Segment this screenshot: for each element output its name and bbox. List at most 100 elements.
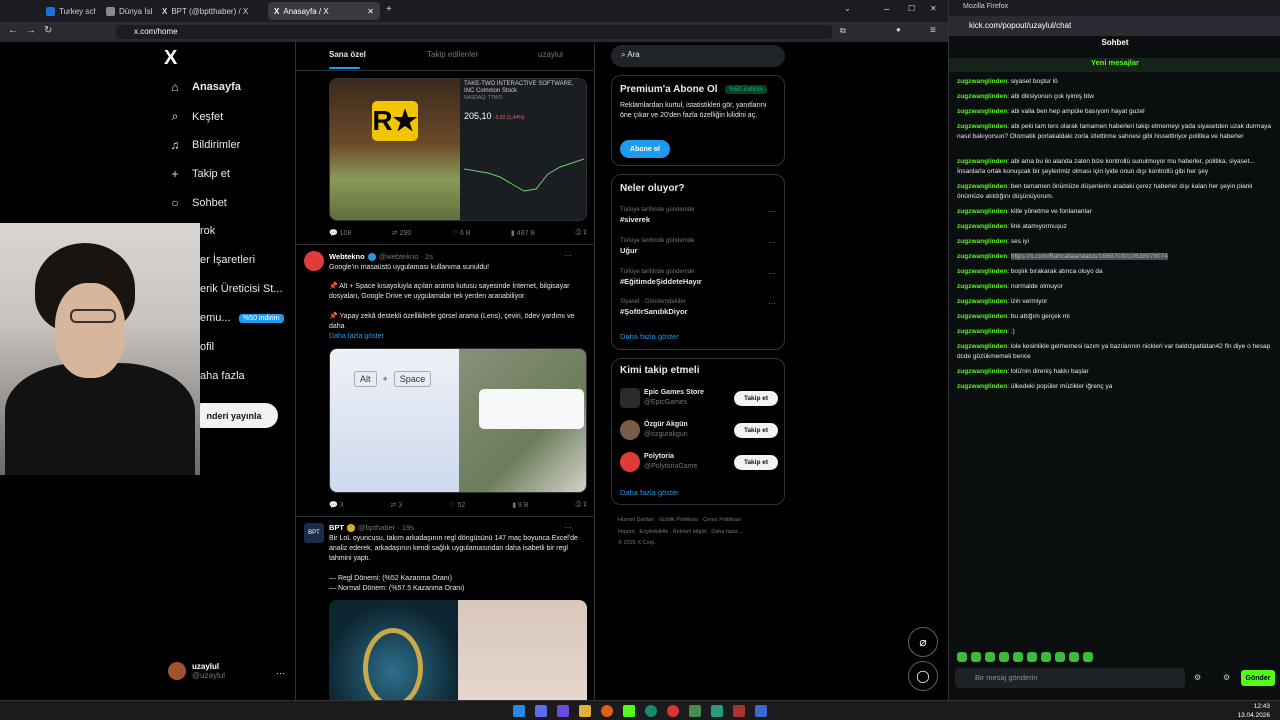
footer-link[interactable]: Erişilebilirlik bbox=[639, 529, 668, 535]
emote-icon[interactable] bbox=[1055, 652, 1065, 662]
nav-home[interactable]: ⌂ Anasayfa bbox=[168, 80, 241, 94]
emote-icon[interactable] bbox=[1013, 652, 1023, 662]
emote-icon[interactable] bbox=[1027, 652, 1037, 662]
footer-link[interactable]: Gizlilik Politikası bbox=[659, 517, 698, 523]
emote-icon[interactable] bbox=[971, 652, 981, 662]
reply-button[interactable]: 💬 108 bbox=[329, 229, 351, 237]
chat-username[interactable]: zugzwanglinden bbox=[957, 208, 1007, 215]
chat-username[interactable]: zugzwanglinden bbox=[957, 383, 1007, 390]
browser-tab-active[interactable]: X Anasayfa / X ✕ bbox=[268, 2, 380, 20]
chat-username[interactable]: zugzwanglinden bbox=[957, 123, 1007, 130]
show-more-link[interactable]: Daha fazla göster bbox=[329, 332, 589, 342]
trend-item[interactable]: Türkiye tarihinde gündemde #siverek bbox=[620, 207, 694, 224]
trend-item[interactable]: Siyaset · Gündemdekiler #ŞoförSandıkDiyor bbox=[620, 299, 688, 316]
kick-icon[interactable] bbox=[623, 705, 635, 717]
chat-username[interactable]: zugzwanglinden bbox=[957, 93, 1007, 100]
trend-more-icon[interactable]: ⋯ bbox=[768, 238, 776, 247]
repost-button[interactable]: ⇄ 290 bbox=[392, 229, 412, 237]
follow-button[interactable]: Takip et bbox=[734, 455, 778, 470]
taskbar-app-icon[interactable] bbox=[535, 705, 547, 717]
reply-button[interactable]: 💬 3 bbox=[329, 501, 344, 509]
avatar[interactable]: BPT bbox=[304, 523, 324, 543]
follow-suggestion[interactable]: Özgür Akgün @ozgurakgun Takip et bbox=[620, 420, 778, 442]
kick-address-bar[interactable]: kick.com/popout/uzaylul/chat bbox=[949, 16, 1280, 36]
search-input[interactable]: ⌕ Ara bbox=[611, 45, 785, 67]
chat-username[interactable]: zugzwanglinden bbox=[957, 298, 1007, 305]
post-image-stock[interactable]: R★ TAKE-TWO INTERACTIVE SOFTWARE, INC Co… bbox=[329, 78, 587, 221]
send-button[interactable]: Gönder bbox=[1241, 670, 1275, 686]
author-name[interactable]: Webtekno bbox=[329, 252, 365, 261]
like-button[interactable]: ♡ 6 B bbox=[452, 229, 471, 237]
nav-premium[interactable]: emu... bbox=[200, 312, 231, 324]
emote-icon[interactable] bbox=[985, 652, 995, 662]
account-more-icon[interactable]: ⋯ bbox=[276, 668, 285, 679]
chrome-icon[interactable] bbox=[667, 705, 679, 717]
bookmark-share-icon[interactable]: ⎙ ⇪ bbox=[575, 501, 587, 509]
follow-button[interactable]: Takip et bbox=[734, 423, 778, 438]
maximize-icon[interactable]: ☐ bbox=[908, 4, 915, 13]
account-switcher[interactable]: uzaylul @uzaylul bbox=[168, 662, 225, 680]
firefox-icon[interactable] bbox=[601, 705, 613, 717]
emote-picker-icon[interactable]: ⚙ bbox=[1194, 673, 1201, 682]
trend-more-icon[interactable]: ⋯ bbox=[768, 207, 776, 216]
chat-link[interactable]: https://x.com/Bahcaliaa/status/166970301… bbox=[1010, 253, 1168, 260]
close-tab-icon[interactable]: ✕ bbox=[367, 7, 374, 16]
taskbar-app-icon[interactable] bbox=[755, 705, 767, 717]
post-button[interactable]: nderi yayınla bbox=[190, 403, 278, 428]
taskbar-app-icon[interactable] bbox=[689, 705, 701, 717]
grok-float-icon[interactable]: ⌀ bbox=[908, 627, 938, 657]
author-name[interactable]: BPT bbox=[329, 523, 344, 532]
tab-list-icon[interactable]: ⌄ bbox=[844, 4, 851, 13]
emote-icon[interactable] bbox=[1083, 652, 1093, 662]
nav-chat[interactable]: ○ Sohbet bbox=[168, 196, 227, 210]
views-button[interactable]: ▮ 487 B bbox=[511, 229, 535, 237]
chat-username[interactable]: zugzwanglinden bbox=[957, 343, 1007, 350]
address-bar[interactable]: x.com/home bbox=[116, 25, 832, 39]
minimize-icon[interactable]: – bbox=[884, 4, 890, 15]
trend-more-icon[interactable]: ⋯ bbox=[768, 299, 776, 308]
footer-link[interactable]: Çerez Politikası bbox=[703, 517, 741, 523]
avatar[interactable] bbox=[304, 251, 324, 271]
browser-tab[interactable]: Turkey scho bbox=[40, 2, 96, 20]
chat-username[interactable]: zugzwanglinden bbox=[957, 368, 1007, 375]
chat-username[interactable]: zugzwanglinden bbox=[957, 238, 1007, 245]
emote-icon[interactable] bbox=[1041, 652, 1051, 662]
follow-button[interactable]: Takip et bbox=[734, 391, 778, 406]
chat-username[interactable]: zugzwanglinden bbox=[957, 283, 1007, 290]
forward-icon[interactable]: → bbox=[26, 25, 36, 36]
nav-bookmarks[interactable]: er İşaretleri bbox=[200, 254, 255, 266]
chat-username[interactable]: zugzwanglinden bbox=[957, 78, 1007, 85]
footer-link[interactable]: Reklam bilgisi bbox=[673, 529, 707, 535]
views-button[interactable]: ▮ 9 B bbox=[512, 501, 528, 509]
taskbar-app-icon[interactable] bbox=[733, 705, 745, 717]
browser-tab[interactable]: X BPT (@bptthaber) / X bbox=[156, 2, 264, 20]
chat-username[interactable]: zugzwanglinden bbox=[957, 183, 1007, 190]
nav-creator[interactable]: erik Üreticisi St... bbox=[200, 283, 283, 295]
emote-icon[interactable] bbox=[957, 652, 967, 662]
trend-item[interactable]: Türkiye tarihinde gündemde #EğitimdeŞidde… bbox=[620, 269, 702, 286]
start-icon[interactable] bbox=[513, 705, 525, 717]
new-messages-banner[interactable]: Yeni mesajlar bbox=[949, 58, 1280, 72]
taskbar-app-icon[interactable] bbox=[645, 705, 657, 717]
nav-explore[interactable]: ⌕ Keşfet bbox=[168, 109, 224, 124]
extensions-icon[interactable]: ⧉ bbox=[840, 26, 846, 36]
follow-show-more-link[interactable]: Daha fazla göster bbox=[620, 488, 679, 497]
chat-username[interactable]: zugzwanglinden bbox=[957, 223, 1007, 230]
nav-notifications[interactable]: ♫ Bildirimler bbox=[168, 138, 241, 152]
follow-suggestion[interactable]: Epic Games Store @EpicGames Takip et bbox=[620, 388, 778, 410]
chat-username[interactable]: zugzwanglinden bbox=[957, 253, 1007, 260]
nav-follow[interactable]: + Takip et bbox=[168, 167, 229, 181]
like-button[interactable]: ♡ 52 bbox=[449, 501, 465, 509]
bookmark-share-icon[interactable]: ⎙ ⇪ bbox=[575, 229, 587, 237]
browser-tab[interactable]: Dünya İslerı bbox=[100, 2, 152, 20]
tab-for-you[interactable]: Sana özel bbox=[329, 50, 366, 59]
taskbar-app-icon[interactable] bbox=[557, 705, 569, 717]
close-window-icon[interactable]: ✕ bbox=[930, 4, 937, 13]
chat-username[interactable]: zugzwanglinden bbox=[957, 268, 1007, 275]
follow-suggestion[interactable]: Polytoria @PolytoriaGame Takip et bbox=[620, 452, 778, 474]
nav-grok[interactable]: rok bbox=[200, 225, 215, 237]
subscribe-button[interactable]: Abone ol bbox=[620, 140, 670, 158]
reload-icon[interactable]: ↻ bbox=[44, 25, 52, 36]
x-logo-icon[interactable]: X bbox=[164, 47, 177, 70]
post-image-google[interactable]: Alt + Space bbox=[329, 348, 587, 493]
